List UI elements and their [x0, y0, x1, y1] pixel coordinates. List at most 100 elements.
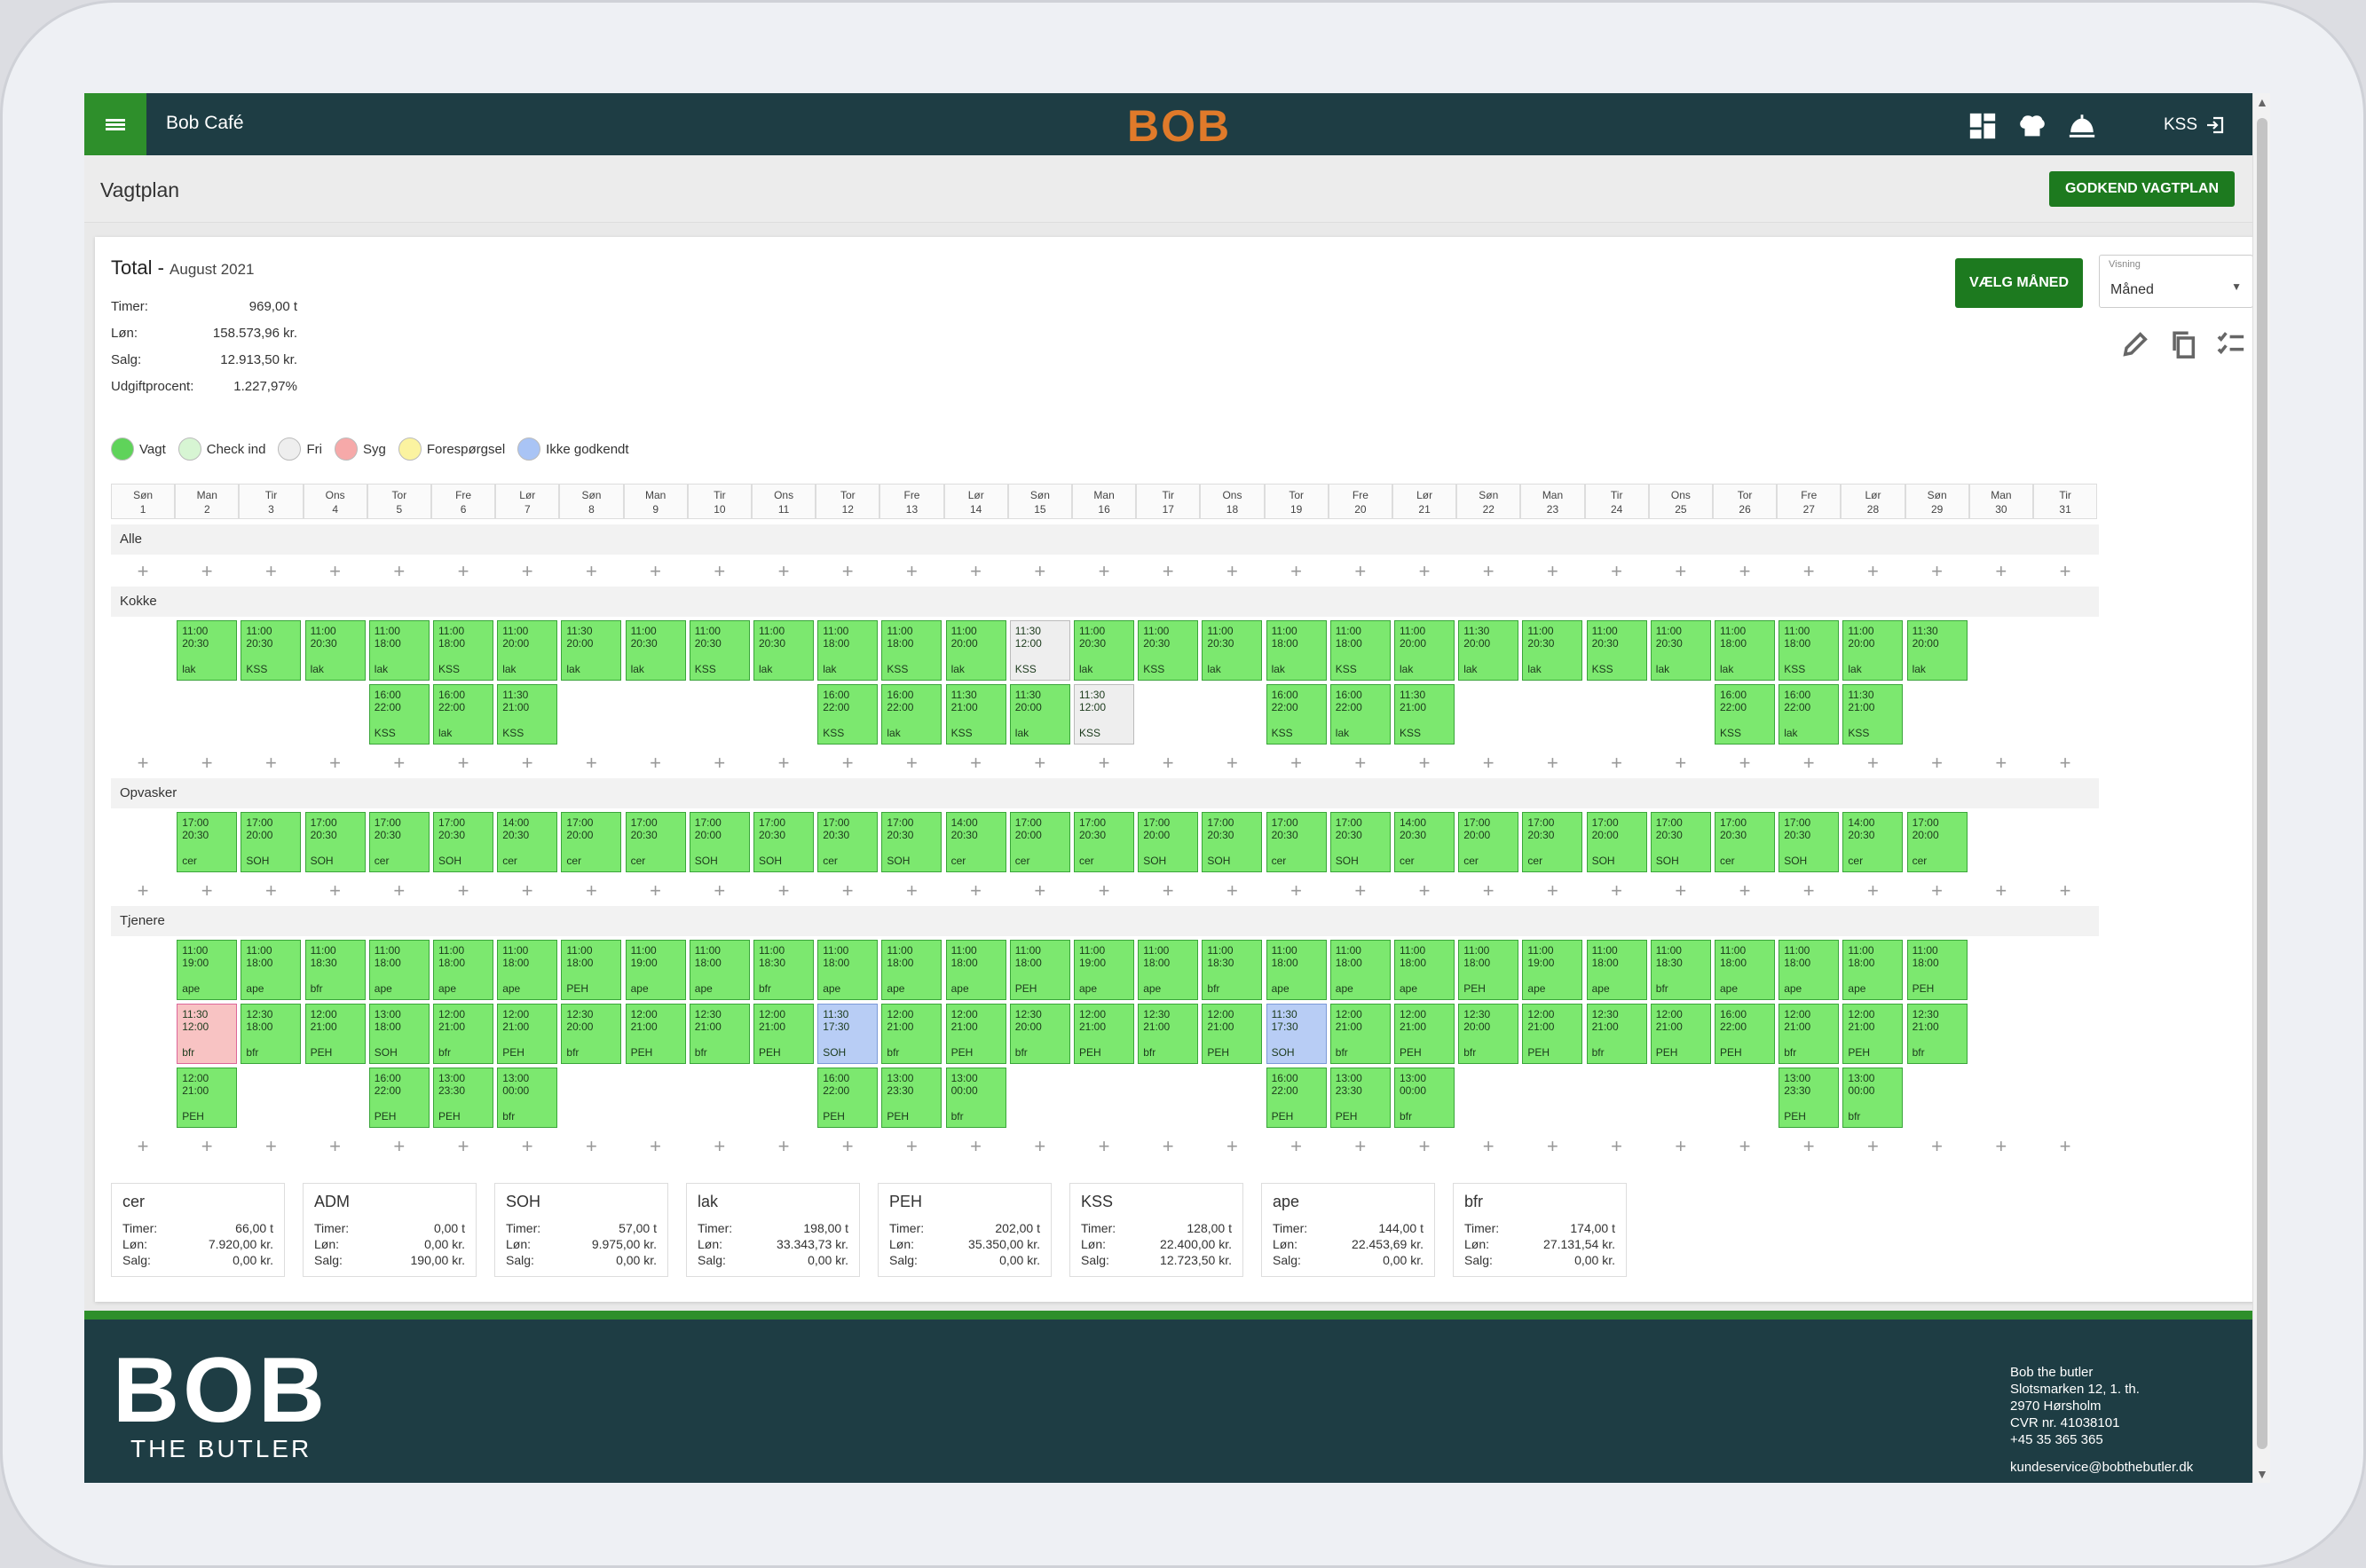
- shift-block[interactable]: 17:00 20:00 SOH: [241, 812, 302, 872]
- shift-block[interactable]: 16:00 22:00 KSS: [368, 684, 430, 745]
- add-shift-button[interactable]: +: [816, 560, 879, 583]
- add-shift-button[interactable]: +: [1200, 752, 1264, 775]
- add-shift-button[interactable]: +: [1649, 1135, 1713, 1158]
- view-select[interactable]: Visning Måned ▼: [2099, 255, 2253, 308]
- cloche-icon[interactable]: [2067, 111, 2097, 141]
- shift-block[interactable]: 11:00 18:00 ape: [1266, 940, 1327, 1000]
- shift-block[interactable]: 11:30 12:00 KSS: [1009, 620, 1070, 681]
- shift-block[interactable]: 16:00 22:00 PEH: [368, 1068, 430, 1128]
- shift-block[interactable]: 11:00 18:00 lak: [1266, 620, 1327, 681]
- shift-block[interactable]: 11:00 20:30 KSS: [689, 620, 750, 681]
- add-shift-button[interactable]: +: [1265, 752, 1329, 775]
- shift-block[interactable]: 17:00 20:30 cer: [1522, 812, 1583, 872]
- add-shift-button[interactable]: +: [111, 879, 175, 902]
- scroll-up-icon[interactable]: ▲: [2256, 95, 2268, 109]
- shift-block[interactable]: 11:00 18:00 PEH: [1458, 940, 1519, 1000]
- shift-block[interactable]: 11:00 20:30 KSS: [1138, 620, 1199, 681]
- shift-block[interactable]: 12:00 21:00 PEH: [1650, 1004, 1711, 1064]
- shift-block[interactable]: 11:00 19:00 ape: [1522, 940, 1583, 1000]
- add-shift-button[interactable]: +: [431, 560, 495, 583]
- shift-block[interactable]: 11:00 18:00 ape: [945, 940, 1006, 1000]
- shift-block[interactable]: 11:00 20:30 lak: [753, 620, 814, 681]
- add-shift-button[interactable]: +: [495, 560, 559, 583]
- shift-block[interactable]: 17:00 20:30 cer: [177, 812, 238, 872]
- add-shift-button[interactable]: +: [1777, 752, 1841, 775]
- shift-block[interactable]: 11:00 18:00 KSS: [433, 620, 493, 681]
- shift-block[interactable]: 17:00 20:30 SOH: [1202, 812, 1263, 872]
- scrollbar[interactable]: ▲ ▼: [2252, 93, 2270, 1483]
- add-shift-button[interactable]: +: [1585, 1135, 1649, 1158]
- shift-block[interactable]: 14:00 20:30 cer: [1842, 812, 1904, 872]
- legend-item[interactable]: Ikke godkendt: [517, 437, 629, 461]
- add-shift-button[interactable]: +: [559, 752, 623, 775]
- shift-block[interactable]: 11:00 20:30 KSS: [241, 620, 302, 681]
- shift-block[interactable]: 17:00 20:30 SOH: [433, 812, 493, 872]
- shift-block[interactable]: 17:00 20:30 SOH: [881, 812, 942, 872]
- shift-block[interactable]: 11:00 18:00 ape: [1842, 940, 1904, 1000]
- add-shift-button[interactable]: +: [1841, 879, 1905, 902]
- user-menu[interactable]: KSS: [2164, 114, 2226, 136]
- add-shift-button[interactable]: +: [431, 752, 495, 775]
- shift-block[interactable]: 11:00 18:00 lak: [368, 620, 430, 681]
- add-shift-button[interactable]: +: [304, 752, 367, 775]
- shift-block[interactable]: 11:00 18:00 ape: [817, 940, 879, 1000]
- shift-block[interactable]: 11:00 18:30 bfr: [304, 940, 366, 1000]
- add-shift-button[interactable]: +: [1905, 560, 1969, 583]
- add-shift-button[interactable]: +: [304, 1135, 367, 1158]
- shift-block[interactable]: 11:00 18:00 ape: [1394, 940, 1455, 1000]
- add-shift-button[interactable]: +: [1841, 1135, 1905, 1158]
- add-shift-button[interactable]: +: [816, 752, 879, 775]
- shift-block[interactable]: 16:00 22:00 lak: [881, 684, 942, 745]
- add-shift-button[interactable]: +: [1841, 752, 1905, 775]
- add-shift-button[interactable]: +: [1905, 752, 1969, 775]
- add-shift-button[interactable]: +: [752, 879, 816, 902]
- add-shift-button[interactable]: +: [2033, 560, 2097, 583]
- shift-block[interactable]: 11:30 20:00 lak: [1009, 684, 1070, 745]
- shift-block[interactable]: 11:00 18:00 ape: [241, 940, 302, 1000]
- add-shift-button[interactable]: +: [1713, 560, 1777, 583]
- shift-block[interactable]: 12:00 21:00 PEH: [1074, 1004, 1134, 1064]
- shift-block[interactable]: 17:00 20:30 cer: [368, 812, 430, 872]
- add-shift-button[interactable]: +: [1392, 752, 1456, 775]
- shift-block[interactable]: 17:00 20:30 SOH: [1650, 812, 1711, 872]
- add-shift-button[interactable]: +: [1969, 1135, 2033, 1158]
- add-shift-button[interactable]: +: [431, 1135, 495, 1158]
- shift-block[interactable]: 11:00 20:30 KSS: [1586, 620, 1647, 681]
- add-shift-button[interactable]: +: [1265, 879, 1329, 902]
- shift-block[interactable]: 11:00 18:00 ape: [1715, 940, 1775, 1000]
- add-shift-button[interactable]: +: [2033, 879, 2097, 902]
- shift-block[interactable]: 11:00 18:00 KSS: [1778, 620, 1840, 681]
- shift-block[interactable]: 16:00 22:00 PEH: [1266, 1068, 1327, 1128]
- shift-block[interactable]: 17:00 20:00 SOH: [1586, 812, 1647, 872]
- shift-block[interactable]: 12:00 21:00 PEH: [177, 1068, 238, 1128]
- shift-block[interactable]: 12:30 20:00 bfr: [1009, 1004, 1070, 1064]
- add-shift-button[interactable]: +: [1969, 560, 2033, 583]
- add-shift-button[interactable]: +: [944, 560, 1008, 583]
- shift-block[interactable]: 11:00 18:00 lak: [1715, 620, 1775, 681]
- add-shift-button[interactable]: +: [1072, 1135, 1136, 1158]
- add-shift-button[interactable]: +: [1969, 752, 2033, 775]
- shift-block[interactable]: 11:30 20:00 lak: [1458, 620, 1519, 681]
- shift-block[interactable]: 16:00 22:00 lak: [1329, 684, 1391, 745]
- add-shift-button[interactable]: +: [944, 879, 1008, 902]
- add-shift-button[interactable]: +: [559, 1135, 623, 1158]
- checklist-icon[interactable]: [2216, 329, 2246, 359]
- shift-block[interactable]: 12:30 21:00 bfr: [1906, 1004, 1968, 1064]
- add-shift-button[interactable]: +: [1392, 879, 1456, 902]
- shift-block[interactable]: 11:00 18:00 ape: [433, 940, 493, 1000]
- add-shift-button[interactable]: +: [1329, 560, 1392, 583]
- add-shift-button[interactable]: +: [1649, 752, 1713, 775]
- pencil-icon[interactable]: [2120, 329, 2150, 359]
- add-shift-button[interactable]: +: [1008, 879, 1072, 902]
- add-shift-button[interactable]: +: [688, 879, 752, 902]
- add-shift-button[interactable]: +: [944, 1135, 1008, 1158]
- add-shift-button[interactable]: +: [1777, 1135, 1841, 1158]
- shift-block[interactable]: 12:30 20:00 bfr: [1458, 1004, 1519, 1064]
- add-shift-button[interactable]: +: [239, 879, 303, 902]
- scroll-down-icon[interactable]: ▼: [2256, 1467, 2268, 1481]
- shift-block[interactable]: 17:00 20:00 cer: [1458, 812, 1519, 872]
- add-shift-button[interactable]: +: [1520, 560, 1584, 583]
- legend-item[interactable]: Check ind: [177, 437, 265, 461]
- shift-block[interactable]: 17:00 20:30 cer: [817, 812, 879, 872]
- add-shift-button[interactable]: +: [1008, 560, 1072, 583]
